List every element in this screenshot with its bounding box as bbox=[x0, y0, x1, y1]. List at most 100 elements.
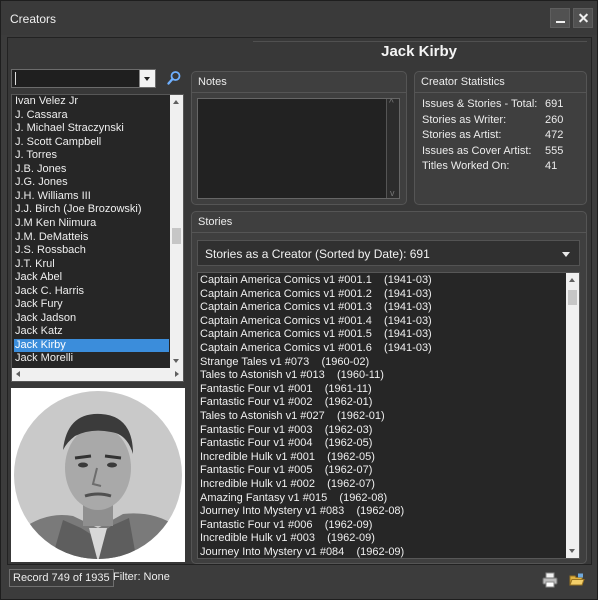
creator-list-item-selected[interactable]: Jack Kirby bbox=[14, 338, 169, 352]
stat-label: Titles Worked On: bbox=[422, 160, 510, 172]
story-list-item[interactable]: Tales to Astonish v1 #013 (1960-11) bbox=[200, 369, 384, 382]
creator-list-item[interactable]: J.T. Krul bbox=[14, 258, 169, 271]
record-counter: Record 749 of 1935 bbox=[9, 569, 114, 587]
creator-list-item[interactable]: Jack Fury bbox=[14, 298, 169, 311]
story-list-item[interactable]: Captain America Comics v1 #001.6 (1941-0… bbox=[200, 342, 432, 355]
creator-list-item[interactable]: J.G. Jones bbox=[14, 176, 169, 189]
notes-title: Notes bbox=[198, 76, 227, 88]
creator-list-item[interactable]: J. Torres bbox=[14, 149, 169, 162]
title-bar[interactable]: Creators bbox=[1, 1, 597, 35]
story-list-item[interactable]: Incredible Hulk v1 #001 (1962-05) bbox=[200, 451, 375, 464]
creator-name-header: Jack Kirby bbox=[253, 41, 587, 62]
story-list-item[interactable]: Captain America Comics v1 #001.3 (1941-0… bbox=[200, 301, 432, 314]
filter-status: Filter: None bbox=[113, 571, 170, 583]
stat-value: 41 bbox=[545, 160, 558, 172]
creator-list-item[interactable]: J.S. Rossbach bbox=[14, 244, 169, 257]
story-list-item[interactable]: Amazing Fantasy v1 #015 (1962-08) bbox=[200, 492, 387, 505]
stat-label: Issues as Cover Artist: bbox=[422, 144, 532, 157]
creator-list-item[interactable]: Jack Katz bbox=[14, 325, 169, 338]
stats-title: Creator Statistics bbox=[421, 76, 505, 88]
creator-list-item[interactable]: J.M. DeMatteis bbox=[14, 231, 169, 244]
minimize-button[interactable] bbox=[550, 8, 570, 28]
story-list-item[interactable]: Journey Into Mystery v1 #083 (1962-08) bbox=[200, 505, 404, 518]
stories-list[interactable]: Captain America Comics v1 #001.1 (1941-0… bbox=[197, 272, 580, 559]
story-list-item[interactable]: Fantastic Four v1 #006 (1962-09) bbox=[200, 519, 372, 532]
stat-row: Issues as Cover Artist: 555 bbox=[422, 145, 586, 158]
story-list-item[interactable]: Fantastic Four v1 #004 (1962-05) bbox=[200, 437, 372, 450]
stat-row: Titles Worked On: 41 bbox=[422, 160, 586, 173]
creators-window: Creators Jack Kirby Ivan Velez Jr J. Cass… bbox=[0, 0, 598, 600]
story-list-item[interactable]: Fantastic Four v1 #005 (1962-07) bbox=[200, 464, 372, 477]
creator-list-item[interactable]: Jack C. Harris bbox=[14, 285, 169, 298]
window-title: Creators bbox=[10, 12, 57, 26]
stat-value: 472 bbox=[545, 129, 564, 141]
stories-title: Stories bbox=[198, 216, 233, 228]
stat-value: 555 bbox=[545, 144, 564, 157]
creator-name: Jack Kirby bbox=[381, 43, 457, 60]
story-list-item[interactable]: Captain America Comics v1 #001.2 (1941-0… bbox=[200, 288, 432, 301]
notes-textarea[interactable] bbox=[197, 98, 400, 199]
creator-list-item[interactable]: Jack Morelli bbox=[14, 352, 169, 365]
story-list-item[interactable]: Fantastic Four v1 #003 (1962-03) bbox=[200, 424, 372, 437]
creator-statistics-panel: Creator Statistics Issues & Stories - To… bbox=[414, 71, 587, 205]
story-list-item[interactable]: Incredible Hulk v1 #003 (1962-09) bbox=[200, 532, 375, 545]
creator-list-item[interactable]: Jack Abel bbox=[14, 271, 169, 284]
search-icon[interactable] bbox=[166, 70, 182, 86]
stat-label: Stories as Writer: bbox=[422, 113, 507, 126]
story-list-item[interactable]: Fantastic Four v1 #002 (1962-01) bbox=[200, 396, 372, 409]
scroll-left-icon[interactable] bbox=[16, 371, 20, 377]
creator-list-item[interactable]: Jack Jadson bbox=[14, 312, 169, 325]
chevron-down-icon[interactable] bbox=[139, 70, 155, 87]
creator-list-hscrollbar[interactable] bbox=[12, 368, 183, 381]
print-icon[interactable] bbox=[542, 572, 558, 588]
stat-value: 691 bbox=[545, 98, 564, 110]
creator-list-item[interactable]: J. Michael Straczynski bbox=[14, 122, 169, 135]
story-list-item[interactable]: Captain America Comics v1 #001.4 (1941-0… bbox=[200, 315, 432, 328]
stat-label: Issues & Stories - Total: bbox=[422, 98, 538, 110]
stats-header: Creator Statistics bbox=[415, 72, 586, 93]
scroll-down-icon[interactable] bbox=[569, 549, 575, 553]
stat-row: Stories as Artist: 472 bbox=[422, 129, 586, 142]
search-combobox[interactable] bbox=[11, 69, 156, 88]
creator-list-item[interactable]: J.B. Jones bbox=[14, 163, 169, 176]
story-list-item[interactable]: Strange Tales v1 #073 (1960-02) bbox=[200, 356, 369, 369]
notes-header: Notes bbox=[192, 72, 406, 93]
stories-sort-label: Stories as a Creator (Sorted by Date): 6… bbox=[205, 247, 430, 261]
close-button[interactable] bbox=[573, 8, 593, 28]
creator-list-item[interactable]: Ivan Velez Jr bbox=[14, 95, 169, 108]
scroll-up-icon[interactable] bbox=[173, 100, 179, 104]
scroll-up-icon[interactable] bbox=[569, 278, 575, 282]
folder-icon[interactable] bbox=[569, 572, 585, 588]
stat-row: Stories as Writer: 260 bbox=[422, 114, 586, 127]
scroll-right-icon[interactable] bbox=[175, 371, 179, 377]
creator-list-item[interactable]: J.M Ken Niimura bbox=[14, 217, 169, 230]
creator-list-item[interactable]: J.J. Birch (Joe Brozowski) bbox=[14, 203, 169, 216]
story-list-item[interactable]: Journey Into Mystery v1 #084 (1962-09) bbox=[200, 546, 404, 558]
status-bar: Record 749 of 1935 Filter: None bbox=[1, 567, 597, 599]
story-list-item[interactable]: Captain America Comics v1 #001.1 (1941-0… bbox=[200, 274, 432, 287]
creator-list[interactable]: Ivan Velez Jr J. Cassara J. Michael Stracz… bbox=[11, 94, 184, 382]
stories-sort-dropdown[interactable]: Stories as a Creator (Sorted by Date): 6… bbox=[197, 240, 580, 266]
notes-scrollbar[interactable] bbox=[386, 98, 399, 198]
stories-header: Stories bbox=[192, 212, 586, 233]
text-caret bbox=[15, 72, 16, 85]
stories-scrollbar[interactable] bbox=[566, 273, 579, 558]
stat-value: 260 bbox=[545, 113, 564, 126]
stat-label: Stories as Artist: bbox=[422, 129, 502, 141]
stories-panel: Stories Stories as a Creator (Sorted by … bbox=[191, 211, 587, 564]
chevron-down-icon[interactable] bbox=[562, 252, 570, 257]
story-list-item[interactable]: Incredible Hulk v1 #002 (1962-07) bbox=[200, 478, 375, 491]
story-list-item[interactable]: Fantastic Four v1 #001 (1961-11) bbox=[200, 383, 372, 396]
stat-row: Issues & Stories - Total: 691 bbox=[422, 98, 586, 111]
creator-list-item[interactable]: J.H. Williams III bbox=[14, 190, 169, 203]
story-list-item[interactable]: Tales to Astonish v1 #027 (1962-01) bbox=[200, 410, 385, 423]
creator-list-item[interactable]: J. Scott Campbell bbox=[14, 136, 169, 149]
scroll-thumb[interactable] bbox=[568, 290, 577, 305]
story-list-item[interactable]: Captain America Comics v1 #001.5 (1941-0… bbox=[200, 328, 432, 341]
scroll-down-icon[interactable] bbox=[173, 359, 179, 363]
notes-panel: Notes bbox=[191, 71, 407, 205]
creator-photo bbox=[11, 388, 185, 562]
creator-list-item[interactable]: J. Cassara bbox=[14, 109, 169, 122]
scroll-thumb[interactable] bbox=[172, 228, 181, 245]
creator-list-scrollbar[interactable] bbox=[170, 95, 183, 368]
